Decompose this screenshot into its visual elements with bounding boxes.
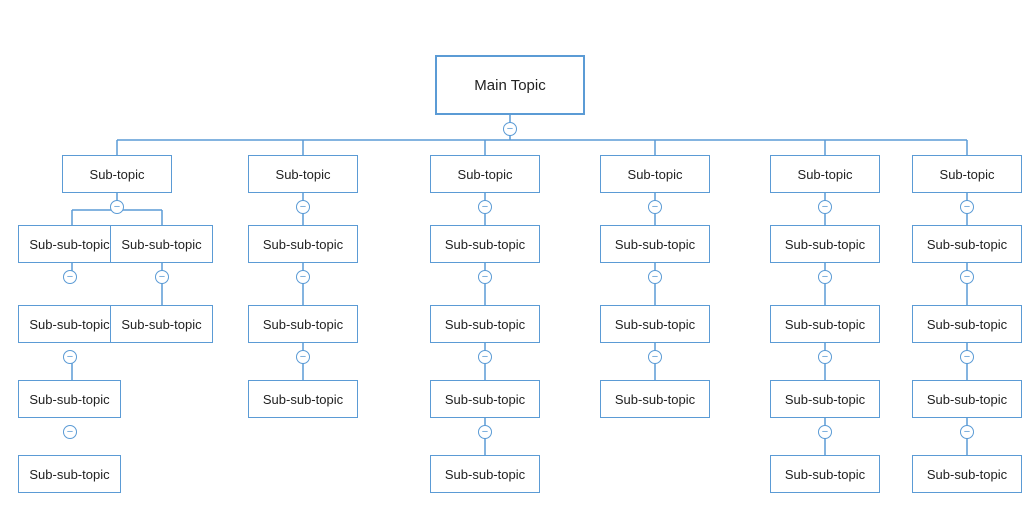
s3-sub1-label: Sub-sub-topic [445, 237, 525, 252]
s5-sub3-label: Sub-sub-topic [785, 392, 865, 407]
s1-sub2[interactable]: Sub-sub-topic [110, 225, 213, 263]
s5-sub4[interactable]: Sub-sub-topic [770, 455, 880, 493]
s6-sub3-collapse-btn[interactable]: − [960, 425, 974, 439]
main-topic-collapse-btn[interactable]: − [503, 122, 517, 136]
s4-sub3[interactable]: Sub-sub-topic [600, 380, 710, 418]
s6-sub2-label: Sub-sub-topic [927, 317, 1007, 332]
s2-sub2-label: Sub-sub-topic [263, 317, 343, 332]
s3-sub4-label: Sub-sub-topic [445, 467, 525, 482]
s5-sub1-label: Sub-sub-topic [785, 237, 865, 252]
subtopic-2[interactable]: Sub-topic [248, 155, 358, 193]
s2-sub2[interactable]: Sub-sub-topic [248, 305, 358, 343]
subtopic-3-label: Sub-topic [458, 167, 513, 182]
subtopic-6[interactable]: Sub-topic [912, 155, 1022, 193]
s4-sub2-label: Sub-sub-topic [615, 317, 695, 332]
s4-sub1-label: Sub-sub-topic [615, 237, 695, 252]
s1-sub3[interactable]: Sub-sub-topic [18, 305, 121, 343]
mind-map-canvas: Main Topic − Sub-topic − Sub-topic − Sub… [0, 0, 1024, 525]
s5-sub3-collapse-btn[interactable]: − [818, 425, 832, 439]
s2-sub3[interactable]: Sub-sub-topic [248, 380, 358, 418]
main-topic-label: Main Topic [474, 77, 545, 94]
s5-sub2-collapse-btn[interactable]: − [818, 350, 832, 364]
subtopic-1-collapse-btn[interactable]: − [110, 200, 124, 214]
subtopic-1-label: Sub-topic [90, 167, 145, 182]
s1-sub5[interactable]: Sub-sub-topic [18, 380, 121, 418]
s6-sub3-label: Sub-sub-topic [927, 392, 1007, 407]
s1-sub6-label: Sub-sub-topic [29, 467, 109, 482]
subtopic-4-label: Sub-topic [628, 167, 683, 182]
main-topic-node[interactable]: Main Topic [435, 55, 585, 115]
subtopic-5-label: Sub-topic [798, 167, 853, 182]
subtopic-2-collapse-btn[interactable]: − [296, 200, 310, 214]
s5-sub3[interactable]: Sub-sub-topic [770, 380, 880, 418]
s6-sub1-collapse-btn[interactable]: − [960, 270, 974, 284]
s3-sub1-collapse-btn[interactable]: − [478, 270, 492, 284]
s4-sub2-collapse-btn[interactable]: − [648, 350, 662, 364]
s2-sub2-collapse-btn[interactable]: − [296, 350, 310, 364]
s5-sub2[interactable]: Sub-sub-topic [770, 305, 880, 343]
subtopic-4-collapse-btn[interactable]: − [648, 200, 662, 214]
s6-sub1-label: Sub-sub-topic [927, 237, 1007, 252]
s6-sub4[interactable]: Sub-sub-topic [912, 455, 1022, 493]
s2-sub1[interactable]: Sub-sub-topic [248, 225, 358, 263]
s5-sub2-label: Sub-sub-topic [785, 317, 865, 332]
s4-sub3-label: Sub-sub-topic [615, 392, 695, 407]
s3-sub4[interactable]: Sub-sub-topic [430, 455, 540, 493]
s5-sub1-collapse-btn[interactable]: − [818, 270, 832, 284]
s3-sub2-collapse-btn[interactable]: − [478, 350, 492, 364]
s4-sub1-collapse-btn[interactable]: − [648, 270, 662, 284]
s1-sub1[interactable]: Sub-sub-topic [18, 225, 121, 263]
s1-sub4-label: Sub-sub-topic [121, 317, 201, 332]
s1-sub4[interactable]: Sub-sub-topic [110, 305, 213, 343]
s1-sub3-collapse-btn[interactable]: − [63, 350, 77, 364]
s1-sub1-label: Sub-sub-topic [29, 237, 109, 252]
s6-sub2[interactable]: Sub-sub-topic [912, 305, 1022, 343]
s6-sub1[interactable]: Sub-sub-topic [912, 225, 1022, 263]
s3-sub2[interactable]: Sub-sub-topic [430, 305, 540, 343]
s1-sub1-collapse-btn[interactable]: − [63, 270, 77, 284]
subtopic-2-label: Sub-topic [276, 167, 331, 182]
s3-sub1[interactable]: Sub-sub-topic [430, 225, 540, 263]
subtopic-5-collapse-btn[interactable]: − [818, 200, 832, 214]
s3-sub3-collapse-btn[interactable]: − [478, 425, 492, 439]
s5-sub1[interactable]: Sub-sub-topic [770, 225, 880, 263]
s2-sub1-collapse-btn[interactable]: − [296, 270, 310, 284]
s1-sub5-label: Sub-sub-topic [29, 392, 109, 407]
s5-sub4-label: Sub-sub-topic [785, 467, 865, 482]
s3-sub3-label: Sub-sub-topic [445, 392, 525, 407]
subtopic-1[interactable]: Sub-topic [62, 155, 172, 193]
subtopic-3[interactable]: Sub-topic [430, 155, 540, 193]
s6-sub4-label: Sub-sub-topic [927, 467, 1007, 482]
s1-sub6[interactable]: Sub-sub-topic [18, 455, 121, 493]
s4-sub1[interactable]: Sub-sub-topic [600, 225, 710, 263]
s3-sub3[interactable]: Sub-sub-topic [430, 380, 540, 418]
s1-sub3-label: Sub-sub-topic [29, 317, 109, 332]
s1-sub5-collapse-btn[interactable]: − [63, 425, 77, 439]
s2-sub3-label: Sub-sub-topic [263, 392, 343, 407]
s4-sub2[interactable]: Sub-sub-topic [600, 305, 710, 343]
subtopic-6-label: Sub-topic [940, 167, 995, 182]
s6-sub3[interactable]: Sub-sub-topic [912, 380, 1022, 418]
subtopic-4[interactable]: Sub-topic [600, 155, 710, 193]
subtopic-3-collapse-btn[interactable]: − [478, 200, 492, 214]
subtopic-6-collapse-btn[interactable]: − [960, 200, 974, 214]
s6-sub2-collapse-btn[interactable]: − [960, 350, 974, 364]
subtopic-5[interactable]: Sub-topic [770, 155, 880, 193]
s2-sub1-label: Sub-sub-topic [263, 237, 343, 252]
s1-sub2-collapse-btn[interactable]: − [155, 270, 169, 284]
s3-sub2-label: Sub-sub-topic [445, 317, 525, 332]
s1-sub2-label: Sub-sub-topic [121, 237, 201, 252]
